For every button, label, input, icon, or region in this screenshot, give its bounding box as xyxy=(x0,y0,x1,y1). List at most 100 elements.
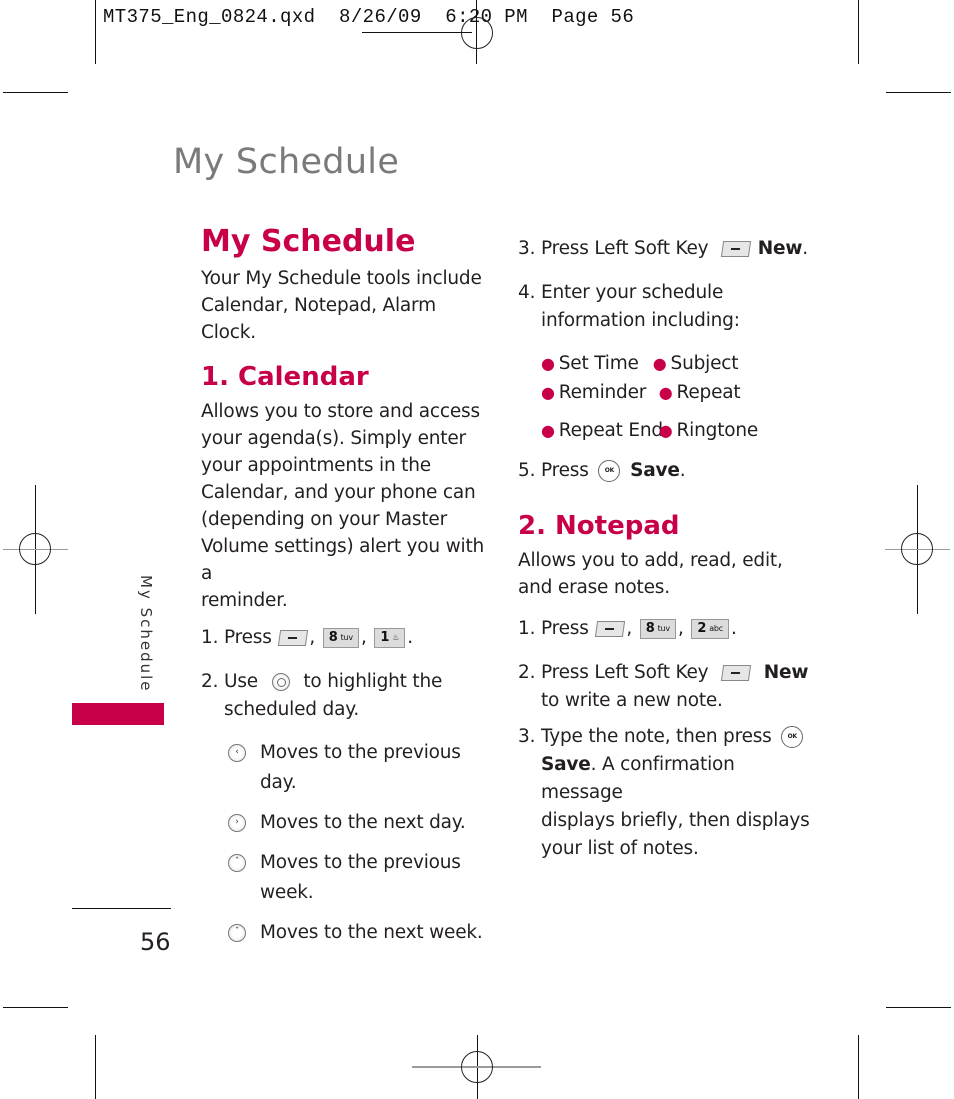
new-label: New xyxy=(757,238,803,259)
text-line: your appointments in the xyxy=(201,455,431,476)
text-line: and erase notes. xyxy=(518,577,670,598)
navigation-key-icon xyxy=(271,673,290,691)
calendar-step-4: 4. Enter your schedule information includ… xyxy=(518,279,818,335)
page-number: 56 xyxy=(140,928,171,956)
nav-right-icon: › xyxy=(228,814,246,832)
crop-mark xyxy=(3,1007,68,1008)
text-line: your agenda(s). Simply enter xyxy=(201,428,466,449)
registration-mark xyxy=(362,32,472,33)
field-item: Reminder xyxy=(558,382,647,403)
bullet-icon: ● xyxy=(658,383,673,402)
field-row: ● Reminder ● Repeat xyxy=(541,378,818,407)
calendar-step-2: 2. Use to highlight the scheduled day. xyxy=(201,668,491,724)
field-row: ● Repeat End● Ringtone xyxy=(541,416,818,445)
left-soft-key-icon xyxy=(278,630,309,646)
calendar-step-5: 5. Press OK Save. xyxy=(518,457,818,485)
bullet-icon: ● xyxy=(541,421,555,440)
ok-key-icon: OK xyxy=(598,460,621,482)
section-title-notepad: 2. Notepad xyxy=(518,511,680,541)
step-text: scheduled day. xyxy=(224,699,360,720)
step-text: Press Left Soft Key xyxy=(541,238,709,259)
step-text: Use xyxy=(224,671,258,692)
crop-mark xyxy=(886,1007,951,1008)
crop-mark xyxy=(858,0,859,64)
key-digit: 2 xyxy=(697,621,707,636)
step-text: Enter your schedule xyxy=(541,282,724,303)
step-text: Press xyxy=(541,618,589,639)
bullet-icon: ● xyxy=(658,421,673,440)
step-number: 5. xyxy=(518,460,536,481)
ok-key-icon: OK xyxy=(781,726,804,748)
schedule-fields-list: ● Set Time ● Subject ● Reminder ● Repeat ● Repe… xyxy=(518,349,818,445)
left-soft-key-icon xyxy=(720,241,752,257)
field-item: Set Time xyxy=(558,353,639,374)
calendar-step-1: 1. Press , 8 tuv, 1 ♨. xyxy=(201,624,491,652)
step-number: 2. xyxy=(201,671,219,692)
crop-mark xyxy=(858,1035,859,1099)
slug-filename: MT375_Eng_0824.qxd xyxy=(103,6,316,28)
step-number: 3. xyxy=(518,238,536,259)
nav-moves-list: ‹ Moves to the previous day. › Moves to … xyxy=(201,738,491,948)
step-number: 2. xyxy=(518,662,536,683)
punct: . xyxy=(407,627,413,648)
text-line: Your My Schedule tools include xyxy=(201,268,482,289)
text-line: Allows you to store and access xyxy=(201,401,480,422)
nav-move-item: ‹ Moves to the previous day. xyxy=(228,738,491,798)
voicemail-icon: ♨ xyxy=(392,633,400,642)
new-label: New xyxy=(763,662,809,683)
side-tab-label: My Schedule xyxy=(137,575,155,693)
nav-move-text: Moves to the next week. xyxy=(260,922,483,943)
intro-text: Your My Schedule tools include Calendar,… xyxy=(201,265,491,346)
section-title-calendar: 1. Calendar xyxy=(201,362,369,392)
bullet-icon: ● xyxy=(652,354,667,373)
nav-move-text: Moves to the previous day. xyxy=(260,742,461,793)
key-8-icon: 8 tuv xyxy=(322,628,359,648)
registration-circle xyxy=(901,533,933,565)
crop-mark xyxy=(95,1035,96,1099)
nav-move-text: Moves to the previous week. xyxy=(260,848,461,908)
step-number: 4. xyxy=(518,282,536,303)
print-slug: MT375_Eng_0824.qxd 8/26/09 6:20 PM Page … xyxy=(103,6,634,28)
crop-mark xyxy=(3,92,68,93)
right-column: 3. Press Left Soft Key New. 4. Enter your … xyxy=(518,235,818,863)
text-line: Allows you to add, read, edit, xyxy=(518,550,783,571)
key-letters: abc xyxy=(709,624,723,633)
step-number: 3. xyxy=(518,726,536,747)
key-digit: 8 xyxy=(645,621,655,636)
step-text: your list of notes. xyxy=(541,838,699,859)
save-label: Save xyxy=(630,460,680,481)
notepad-step-2: 2. Press Left Soft Key New to write a new… xyxy=(518,659,818,715)
registration-circle xyxy=(461,17,493,49)
step-text: to write a new note. xyxy=(541,690,723,711)
slug-date: 8/26/09 xyxy=(339,6,422,28)
key-2-icon: 2 abc xyxy=(691,619,729,639)
key-digit: 8 xyxy=(328,630,338,645)
field-item: Repeat End xyxy=(558,420,663,441)
notepad-step-1: 1. Press , 8 tuv, 2 abc. xyxy=(518,615,818,643)
footer-rule xyxy=(72,908,171,909)
nav-left-icon: ‹ xyxy=(228,744,246,762)
notepad-step-3: 3. Type the note, then press OK Save. A c… xyxy=(518,723,818,863)
key-letters: tuv xyxy=(340,633,354,642)
text-line: reminder. xyxy=(201,590,288,611)
step-text: Save. A confirmation message xyxy=(518,751,818,807)
registration-circle xyxy=(461,1051,493,1083)
bullet-icon: ● xyxy=(541,354,555,373)
key-letters: tuv xyxy=(657,624,671,633)
step-number: 1. xyxy=(201,627,219,648)
section-title-my-schedule: My Schedule xyxy=(201,224,416,259)
text-line: week. xyxy=(260,882,314,903)
nav-move-text: Moves to the next day. xyxy=(260,812,466,833)
bullet-icon: ● xyxy=(541,383,555,402)
step-text: displays briefly, then displays xyxy=(541,810,810,831)
punct: . xyxy=(679,460,686,481)
step-text: Press Left Soft Key xyxy=(541,662,709,683)
step-text: information including: xyxy=(541,310,740,331)
key-digit: 1 xyxy=(380,630,390,645)
punct: . xyxy=(802,238,808,259)
field-item: Subject xyxy=(670,353,739,374)
left-soft-key-icon xyxy=(720,665,752,681)
registration-circle xyxy=(19,533,51,565)
text-line: Calendar, Notepad, Alarm Clock. xyxy=(201,295,436,343)
step-text: to highlight the xyxy=(303,671,443,692)
